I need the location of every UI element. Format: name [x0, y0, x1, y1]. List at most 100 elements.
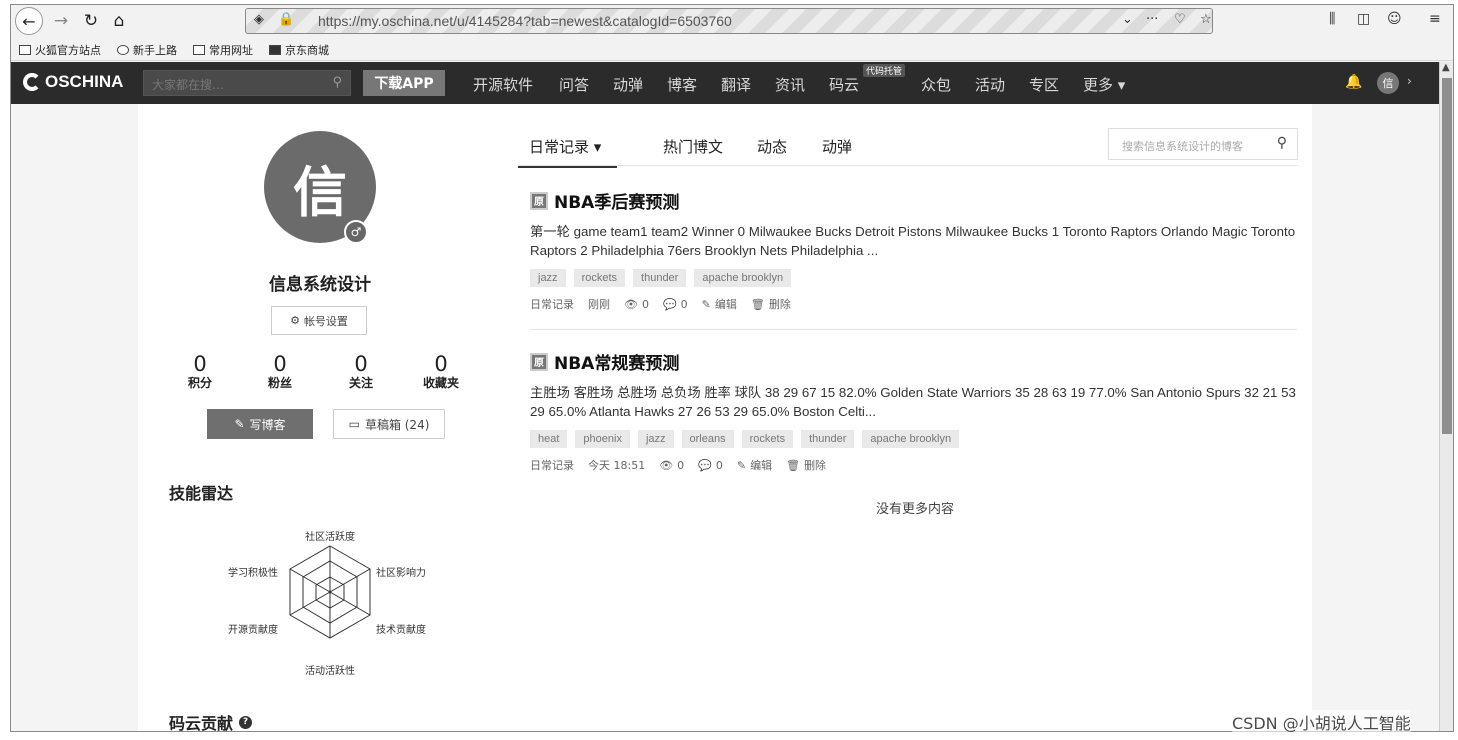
reload-icon[interactable]: ↻ [81, 9, 101, 33]
profile-name: 信息系统设计 [269, 275, 371, 295]
blog-search-input[interactable]: 搜索信息系统设计的博客 ⚲ [1108, 128, 1298, 160]
pocket-icon[interactable]: ♡ [1174, 12, 1186, 27]
tag[interactable]: apache brooklyn [862, 430, 960, 448]
stat-following[interactable]: 0 关注 [331, 352, 391, 391]
oschina-logo[interactable]: OSCHINA [23, 72, 123, 92]
stat-points[interactable]: 0 积分 [170, 352, 230, 391]
tag[interactable]: orleans [681, 430, 734, 448]
tab-daily-records[interactable]: 日常记录 ▾ [518, 136, 618, 168]
trash-icon: 🗑 [786, 458, 801, 472]
blog-post: 原 NBA常规赛预测 主胜场 客胜场 总胜场 总负场 胜率 球队 38 29 6… [530, 349, 1300, 473]
tab-tweets[interactable]: 动弹 [822, 136, 852, 157]
tag[interactable]: rockets [573, 269, 626, 287]
nav-item[interactable]: 问答 [559, 74, 589, 95]
post-meta: 日常记录 刚刚 👁 0 💬 0 ✎ 编辑 🗑 删除 [530, 296, 1300, 312]
folder-icon [193, 45, 205, 55]
tag[interactable]: thunder [801, 430, 855, 448]
account-icon[interactable]: ☺ [1387, 11, 1402, 27]
post-title[interactable]: 原 NBA常规赛预测 [530, 349, 1300, 374]
site-search-input[interactable]: 大家都在搜… ⚲ [143, 70, 351, 96]
bookmark-star-icon[interactable]: ☆ [1200, 12, 1212, 27]
nav-item[interactable]: 码云 [829, 74, 859, 95]
stat-fans[interactable]: 0 粉丝 [250, 352, 310, 391]
bookmark-item[interactable]: 新手上路 [117, 42, 177, 58]
nav-item[interactable]: 专区 [1029, 74, 1059, 95]
nav-item-more[interactable]: 更多 ▾ [1083, 74, 1125, 95]
post-comments[interactable]: 💬 0 [698, 459, 723, 472]
radar-label: 社区活跃度 [305, 530, 355, 543]
stat-favorites[interactable]: 0 收藏夹 [411, 352, 471, 391]
tag[interactable]: thunder [633, 269, 687, 287]
edit-post-button[interactable]: ✎ 编辑 [702, 296, 737, 312]
delete-post-button[interactable]: 🗑 删除 [786, 457, 826, 473]
nav-item[interactable]: 动弹 [613, 74, 643, 95]
tag[interactable]: jazz [637, 430, 674, 448]
skill-radar-chart: 社区活跃度 社区影响力 技术贡献度 活动活跃性 开源贡献度 学习积极性 [228, 530, 426, 677]
post-category[interactable]: 日常记录 [530, 457, 574, 473]
bell-icon[interactable]: 🔔 [1345, 74, 1362, 90]
blog-post: 原 NBA季后赛预测 第一轮 game team1 team2 Winner 0… [530, 188, 1300, 312]
nav-item[interactable]: 翻译 [721, 74, 751, 95]
delete-post-button[interactable]: 🗑 删除 [751, 296, 791, 312]
post-title-link[interactable]: NBA季后赛预测 [554, 188, 679, 213]
nav-item[interactable]: 活动 [975, 74, 1005, 95]
search-icon[interactable]: ⚲ [332, 75, 342, 90]
jd-icon [269, 45, 281, 55]
comment-icon: 💬 [698, 458, 712, 472]
post-views: 👁 0 [624, 297, 649, 311]
nav-item[interactable]: 资讯 [775, 74, 805, 95]
original-badge-icon: 原 [530, 191, 548, 210]
write-blog-button[interactable]: ✎ 写博客 [207, 409, 313, 439]
search-placeholder: 大家都在搜… [152, 78, 225, 92]
post-comments[interactable]: 💬 0 [663, 298, 688, 311]
more-icon[interactable]: ··· [1146, 12, 1158, 27]
post-title-link[interactable]: NBA常规赛预测 [554, 349, 679, 374]
male-icon: ♂ [344, 220, 368, 244]
back-icon[interactable]: ← [15, 7, 43, 35]
home-icon[interactable]: ⌂ [109, 9, 129, 33]
menu-icon[interactable]: ≡ [1429, 11, 1441, 27]
edit-icon: ✎ [234, 417, 245, 431]
page-scrollbar[interactable]: ▲ [1439, 62, 1453, 731]
lock-icon: 🔒 [278, 12, 295, 27]
tag[interactable]: rockets [741, 430, 794, 448]
bookmark-item[interactable]: 火狐官方站点 [19, 42, 101, 58]
drafts-button[interactable]: ▭ 草稿箱 (24) [333, 409, 445, 439]
radar-label: 活动活跃性 [305, 664, 355, 677]
sidebar-icon[interactable]: ◫ [1357, 11, 1370, 27]
nav-item[interactable]: 开源软件 [473, 74, 533, 95]
browser-toolbar: ← → ↻ ⌂ ◈ 🔒 https://my.oschina.net/u/414… [11, 5, 1453, 37]
bookmark-item[interactable]: 京东商城 [269, 42, 329, 58]
radar-label: 学习积极性 [228, 566, 278, 579]
folder-icon: ▭ [348, 417, 360, 431]
nav-item[interactable]: 众包 [921, 74, 951, 95]
nav-item[interactable]: 博客 [667, 74, 697, 95]
library-icon[interactable]: ⫼ [1329, 11, 1335, 27]
dropdown-icon[interactable]: ⌄ [1122, 12, 1133, 27]
post-divider [530, 329, 1298, 330]
forward-icon[interactable]: → [51, 9, 71, 33]
code-hosting-badge: 代码托管 [863, 64, 906, 77]
eye-icon: 👁 [659, 458, 674, 472]
tag[interactable]: heat [530, 430, 568, 448]
user-avatar[interactable]: 信 [1377, 72, 1399, 94]
radar-label: 社区影响力 [376, 566, 426, 579]
scroll-thumb[interactable] [1442, 78, 1452, 434]
post-category[interactable]: 日常记录 [530, 296, 574, 312]
tag[interactable]: phoenix [575, 430, 630, 448]
download-app-button[interactable]: 下载APP [363, 70, 445, 96]
address-bar[interactable]: ◈ 🔒 https://my.oschina.net/u/4145284?tab… [245, 8, 1213, 34]
search-icon[interactable]: ⚲ [1277, 135, 1287, 151]
tab-hot-posts[interactable]: 热门博文 [663, 136, 723, 157]
tab-activity[interactable]: 动态 [757, 136, 787, 157]
chevron-right-icon[interactable]: › [1407, 74, 1412, 88]
scroll-up-icon[interactable]: ▲ [1442, 62, 1450, 73]
account-settings-button[interactable]: ⚙ 帐号设置 [271, 306, 367, 335]
tag[interactable]: apache brooklyn [694, 269, 792, 287]
edit-post-button[interactable]: ✎ 编辑 [737, 457, 772, 473]
tag[interactable]: jazz [530, 269, 566, 287]
post-title[interactable]: 原 NBA季后赛预测 [530, 188, 1300, 213]
help-icon[interactable]: ? [239, 715, 253, 729]
site-header: OSCHINA 大家都在搜… ⚲ 下载APP 开源软件 问答 动弹 博客 翻译 … [11, 62, 1439, 104]
bookmark-item[interactable]: 常用网址 [193, 42, 253, 58]
